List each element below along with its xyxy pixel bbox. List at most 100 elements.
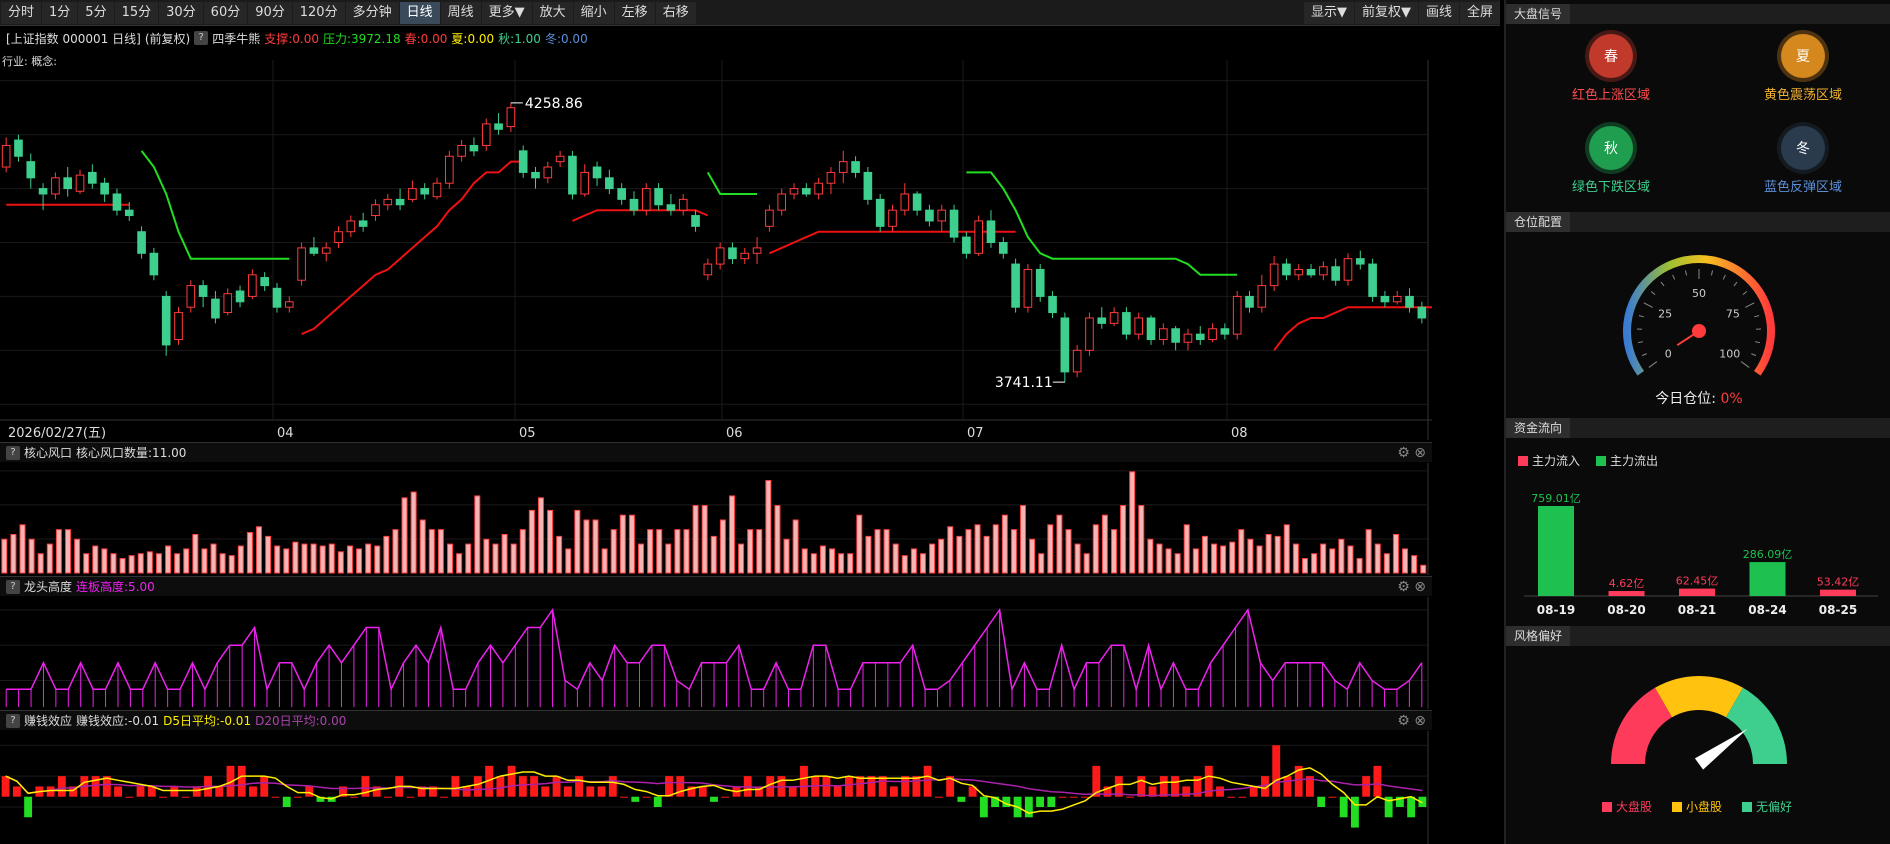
toolbar-right-btn-1[interactable]: 前复权▼	[1354, 1, 1418, 24]
toolbar-right-btn-2[interactable]: 画线	[1418, 1, 1459, 24]
toolbar-btn-7[interactable]: 120分	[292, 1, 345, 24]
candle-body	[63, 177, 73, 190]
sub1-bar	[1, 538, 8, 574]
sub1-bar	[1229, 541, 1236, 574]
pressure-line	[966, 171, 1238, 276]
toolbar-btn-8[interactable]: 多分钟	[345, 1, 399, 24]
sub1-bar	[1238, 529, 1245, 574]
sub1-help-icon[interactable]: ?	[6, 445, 20, 460]
sub1-bar	[1365, 529, 1372, 574]
toolbar-right-btn-3[interactable]: 全屏	[1459, 1, 1500, 24]
candle-body	[1048, 295, 1057, 314]
sub2-settings-icon[interactable]: ⚙	[1397, 579, 1410, 595]
toolbar-btn-10[interactable]: 周线	[440, 1, 481, 24]
candle-body	[149, 252, 159, 276]
sub3-bar	[1159, 776, 1168, 797]
candle-body	[654, 188, 663, 206]
autumn-value: 秋:1.00	[498, 31, 541, 46]
sub3-bar	[1328, 796, 1337, 798]
toolbar-btn-1[interactable]: 1分	[42, 1, 78, 24]
sub1-bar	[237, 545, 244, 574]
candle-body	[321, 247, 331, 254]
candle-body	[1146, 317, 1156, 341]
sub1-bar	[392, 529, 399, 574]
sub1-bar	[983, 535, 990, 574]
candle-body	[1331, 266, 1340, 281]
toolbar-btn-14[interactable]: 左移	[614, 1, 655, 24]
toolbar-btn-0[interactable]: 分时	[1, 1, 42, 24]
toolbar-right-btn-0[interactable]: 显示▼	[1303, 1, 1354, 24]
sub1-bar	[1256, 545, 1263, 574]
candle-body	[38, 188, 48, 195]
toolbar-btn-9[interactable]: 日线	[399, 1, 440, 24]
toolbar-btn-5[interactable]: 60分	[203, 1, 248, 24]
candle-body	[469, 144, 479, 152]
candle-body	[1122, 312, 1131, 335]
sub1-bar	[938, 538, 945, 574]
sub1-close-icon[interactable]: ⊗	[1414, 445, 1426, 461]
main-candlestick-chart[interactable]: 4300.04200.04100.04000.03900.03800.03700…	[0, 60, 1432, 440]
signal-label-2: 绿色下跌区域	[1571, 180, 1650, 195]
high-label: 4258.86	[525, 96, 583, 112]
sub1-bar	[1283, 524, 1290, 574]
sub1-bar	[1374, 543, 1381, 574]
sub1-bar	[119, 558, 126, 574]
toolbar-btn-3[interactable]: 15分	[114, 1, 159, 24]
signal-label-3: 蓝色反弹区域	[1763, 180, 1842, 195]
sub3-help-icon[interactable]: ?	[6, 713, 20, 728]
sub3-bar	[1362, 776, 1371, 797]
toolbar-btn-11[interactable]: 更多▼	[481, 1, 532, 24]
candle-body	[974, 220, 983, 254]
sub3-bar	[597, 786, 606, 797]
sub1-bar	[1092, 524, 1099, 574]
toolbar-btn-4[interactable]: 30分	[159, 1, 203, 24]
toolbar-btn-12[interactable]: 放大	[532, 1, 573, 24]
sub1-bar	[810, 553, 817, 574]
sub1-bar	[847, 553, 854, 574]
toolbar-btn-2[interactable]: 5分	[78, 1, 114, 24]
toolbar-btn-15[interactable]: 右移	[655, 1, 696, 24]
sub2-help-icon[interactable]: ?	[6, 579, 20, 594]
candle-body	[358, 220, 368, 227]
position-value: 0%	[1720, 391, 1743, 407]
style-legend-0: 大盘股	[1616, 799, 1652, 814]
summer-value: 夏:0.00	[451, 31, 495, 46]
sub1-bar	[165, 545, 172, 574]
candle-body	[371, 204, 380, 217]
sub2-close-icon[interactable]: ⊗	[1414, 579, 1426, 595]
sub3-bar	[46, 786, 55, 797]
toolbar-btn-13[interactable]: 缩小	[573, 1, 614, 24]
sub3-bar	[57, 776, 66, 797]
sub3-bar	[192, 786, 201, 797]
sub1-bar	[665, 543, 672, 574]
toolbar-btn-6[interactable]: 90分	[248, 1, 292, 24]
candle-body	[1159, 328, 1168, 341]
sub1-bar	[465, 543, 472, 574]
candle-body	[284, 301, 294, 308]
signal-icon-1: 夏	[1781, 34, 1825, 78]
flow-date-1: 08-20	[1607, 603, 1645, 617]
sub3-bar	[575, 776, 584, 797]
candle-body	[1, 144, 11, 168]
candle-body	[1109, 312, 1119, 324]
sub1-bar	[246, 532, 253, 574]
sub1-bar	[210, 543, 217, 574]
sub1-bar	[337, 551, 344, 574]
sub1-bar	[346, 545, 353, 574]
candle-body	[765, 209, 774, 227]
sub3-bar	[406, 796, 415, 798]
style-legend-swatch-2	[1742, 802, 1752, 812]
sub3-settings-icon[interactable]: ⚙	[1397, 713, 1410, 729]
gauge-tick-1: 25	[1658, 308, 1672, 321]
sub1-bar	[101, 548, 108, 574]
sub1-settings-icon[interactable]: ⚙	[1397, 445, 1410, 461]
help-icon[interactable]: ?	[194, 31, 209, 45]
sub1-bar	[1001, 514, 1008, 574]
sub3-close-icon[interactable]: ⊗	[1414, 713, 1426, 729]
sub3-bar	[878, 776, 887, 797]
period-toolbar: 分时 1分 5分 15分 30分 60分 90分 120分 多分钟 日线 周线 更多▼ 放大 缩小 左移 右移…	[0, 0, 1500, 26]
candle-body	[555, 155, 565, 163]
candle-body	[543, 166, 553, 179]
candle-body	[1282, 263, 1291, 276]
candle-body	[666, 204, 676, 211]
